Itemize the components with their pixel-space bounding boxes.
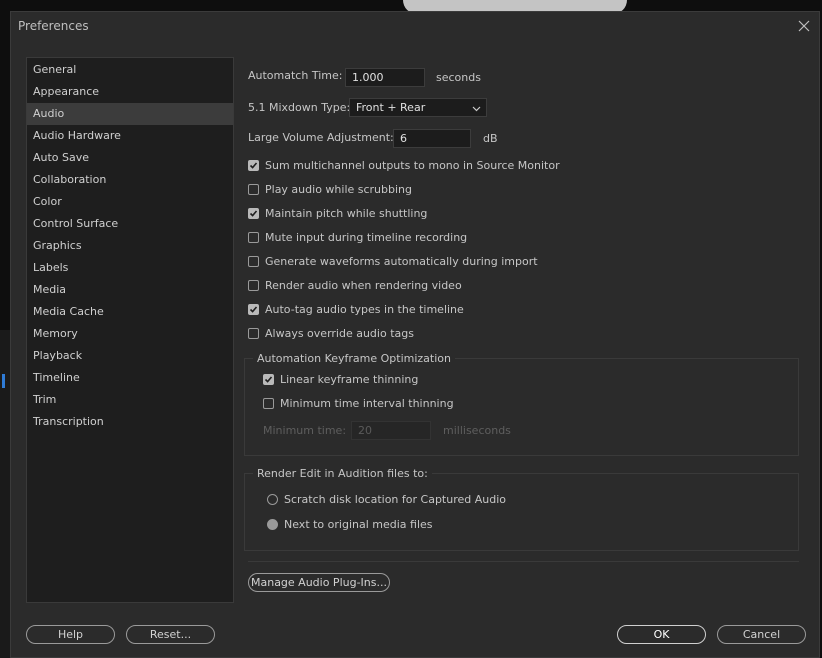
min-interval-label: Minimum time interval thinning	[280, 397, 454, 410]
next-to-media-option[interactable]: Next to original media files	[267, 518, 433, 531]
automatch-label: Automatch Time:	[248, 69, 343, 82]
min-time-unit: milliseconds	[443, 424, 511, 437]
audio-option[interactable]: Maintain pitch while shuttling	[248, 207, 427, 220]
radio-icon[interactable]	[267, 494, 278, 505]
sidebar-item-color[interactable]: Color	[27, 191, 233, 213]
chevron-down-icon	[472, 101, 481, 118]
audio-option-label: Play audio while scrubbing	[265, 183, 413, 196]
checkbox-checked-icon[interactable]	[248, 208, 259, 219]
reset-button[interactable]: Reset...	[126, 625, 215, 644]
next-to-media-label: Next to original media files	[284, 518, 433, 531]
audio-option-label: Auto-tag audio types in the timeline	[265, 303, 464, 316]
checkbox-icon[interactable]	[248, 184, 259, 195]
sidebar-item-labels[interactable]: Labels	[27, 257, 233, 279]
audio-option[interactable]: Always override audio tags	[248, 327, 414, 340]
sidebar-item-appearance[interactable]: Appearance	[27, 81, 233, 103]
volume-input[interactable]: 6	[393, 129, 471, 148]
scratch-disk-option[interactable]: Scratch disk location for Captured Audio	[267, 493, 506, 506]
sidebar-item-timeline[interactable]: Timeline	[27, 367, 233, 389]
audio-option-label: Mute input during timeline recording	[265, 231, 468, 244]
mixdown-value: Front + Rear	[356, 101, 426, 114]
sidebar-item-transcription[interactable]: Transcription	[27, 411, 233, 433]
preferences-dialog: Preferences General Appearance Audio Audio …	[10, 11, 820, 658]
checkbox-icon[interactable]	[248, 232, 259, 243]
volume-unit: dB	[483, 132, 498, 145]
min-interval-option[interactable]: Minimum time interval thinning	[263, 397, 454, 410]
min-time-label: Minimum time:	[263, 424, 347, 437]
sidebar-item-audio-hardware[interactable]: Audio Hardware	[27, 125, 233, 147]
audio-option-label: Generate waveforms automatically during …	[265, 255, 538, 268]
sidebar-item-media-cache[interactable]: Media Cache	[27, 301, 233, 323]
audition-render-group	[244, 473, 799, 551]
background-marker	[2, 374, 5, 388]
sidebar-item-audio[interactable]: Audio	[27, 103, 233, 125]
scratch-disk-label: Scratch disk location for Captured Audio	[284, 493, 507, 506]
checkbox-checked-icon[interactable]	[263, 374, 274, 385]
sidebar-item-graphics[interactable]: Graphics	[27, 235, 233, 257]
checkbox-icon[interactable]	[263, 398, 274, 409]
sidebar-item-playback[interactable]: Playback	[27, 345, 233, 367]
automatch-input[interactable]: 1.000	[345, 68, 425, 87]
checkbox-icon[interactable]	[248, 256, 259, 267]
audio-option[interactable]: Play audio while scrubbing	[248, 183, 412, 196]
window-title: Preferences	[18, 19, 89, 33]
sidebar-item-collaboration[interactable]: Collaboration	[27, 169, 233, 191]
sidebar-item-auto-save[interactable]: Auto Save	[27, 147, 233, 169]
audio-option[interactable]: Mute input during timeline recording	[248, 231, 467, 244]
radio-selected-icon[interactable]	[267, 519, 278, 530]
sidebar-item-trim[interactable]: Trim	[27, 389, 233, 411]
title-bar: Preferences	[11, 12, 819, 42]
audio-option-label: Render audio when rendering video	[265, 279, 462, 292]
checkbox-icon[interactable]	[248, 328, 259, 339]
sidebar-item-general[interactable]: General	[27, 59, 233, 81]
ok-button[interactable]: OK	[617, 625, 706, 644]
cancel-button[interactable]: Cancel	[717, 625, 806, 644]
audio-option[interactable]: Render audio when rendering video	[248, 279, 462, 292]
min-time-input[interactable]: 20	[351, 421, 431, 440]
audio-option-label: Always override audio tags	[265, 327, 414, 340]
sidebar-item-media[interactable]: Media	[27, 279, 233, 301]
audio-option-label: Sum multichannel outputs to mono in Sour…	[265, 159, 560, 172]
audio-option[interactable]: Generate waveforms automatically during …	[248, 255, 538, 268]
mixdown-select[interactable]: Front + Rear	[349, 98, 487, 117]
volume-label: Large Volume Adjustment:	[248, 131, 394, 144]
audio-option[interactable]: Auto-tag audio types in the timeline	[248, 303, 464, 316]
checkbox-checked-icon[interactable]	[248, 304, 259, 315]
divider	[248, 561, 799, 562]
audition-group-title: Render Edit in Audition files to:	[253, 467, 432, 480]
help-button[interactable]: Help	[26, 625, 115, 644]
category-list: General Appearance Audio Audio Hardware Auto…	[26, 57, 234, 603]
sidebar-item-memory[interactable]: Memory	[27, 323, 233, 345]
automatch-unit: seconds	[436, 71, 481, 84]
linear-thinning-option[interactable]: Linear keyframe thinning	[263, 373, 418, 386]
close-icon[interactable]	[793, 15, 815, 37]
audio-option[interactable]: Sum multichannel outputs to mono in Sour…	[248, 159, 560, 172]
checkbox-checked-icon[interactable]	[248, 160, 259, 171]
mixdown-label: 5.1 Mixdown Type:	[248, 101, 351, 114]
checkbox-icon[interactable]	[248, 280, 259, 291]
manage-plugins-button[interactable]: Manage Audio Plug-Ins...	[248, 573, 390, 592]
sidebar-item-control-surface[interactable]: Control Surface	[27, 213, 233, 235]
linear-thinning-label: Linear keyframe thinning	[280, 373, 419, 386]
audio-option-label: Maintain pitch while shuttling	[265, 207, 428, 220]
keyframe-group-title: Automation Keyframe Optimization	[253, 352, 455, 365]
